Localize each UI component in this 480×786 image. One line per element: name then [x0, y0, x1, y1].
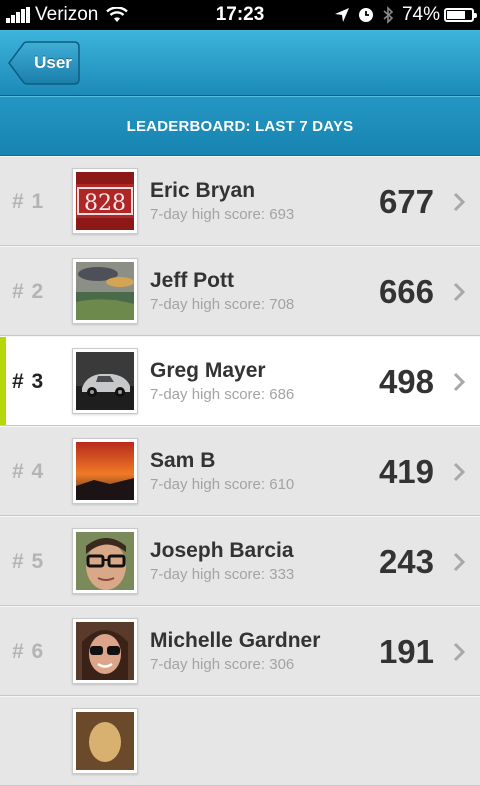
avatar-sports-car-icon [76, 352, 134, 410]
leaderboard-row[interactable]: # 1 828 Eric Bryan 7-day high score: 693… [0, 156, 480, 246]
player-name: Sam B [150, 449, 216, 472]
player-name: Joseph Barcia [150, 539, 294, 562]
score-value: 419 [378, 453, 434, 490]
high-score-subtext: 7-day high score: 686 [150, 386, 295, 403]
rank-label: # 2 [12, 280, 45, 303]
high-score-subtext: 7-day high score: 610 [150, 476, 295, 493]
leaderboard-row-current-user[interactable]: # 3 Greg Mayer 7-day high score: 686 498 [0, 336, 480, 426]
avatar [72, 258, 138, 324]
score-value: 243 [378, 543, 434, 580]
score-value: 498 [378, 363, 434, 400]
avatar-landscape-icon [76, 262, 134, 320]
avatar [72, 348, 138, 414]
navigation-bar: User [0, 30, 480, 96]
rank-label: # 5 [12, 550, 45, 573]
avatar-person-glasses-icon [76, 532, 134, 590]
rank-label: # 4 [12, 460, 45, 483]
rank-label: # 3 [12, 370, 45, 393]
avatar-car-plate-icon: 828 [76, 172, 134, 230]
leaderboard-row-partial[interactable] [0, 696, 480, 786]
location-arrow-icon [334, 8, 349, 22]
avatar: 828 [72, 168, 138, 234]
chevron-right-icon [453, 372, 466, 392]
svg-text:828: 828 [84, 191, 126, 216]
avatar-person-sunglasses-icon [76, 622, 134, 680]
battery-percent: 74% [401, 4, 440, 25]
chevron-right-icon [453, 462, 466, 482]
player-name: Jeff Pott [150, 269, 234, 292]
chevron-right-icon [453, 552, 466, 572]
high-score-subtext: 7-day high score: 693 [150, 206, 295, 223]
leaderboard-row[interactable]: # 6 Michelle Gardner 7-day high score: 3… [0, 606, 480, 696]
high-score-subtext: 7-day high score: 708 [150, 296, 295, 313]
avatar [72, 528, 138, 594]
avatar-partial-icon [76, 712, 134, 770]
score-value: 666 [378, 273, 434, 310]
avatar-orange-sky-icon [76, 442, 134, 500]
leaderboard-row[interactable]: # 2 Jeff Pott 7-day high score: 708 666 [0, 246, 480, 336]
player-name: Michelle Gardner [150, 629, 321, 652]
score-value: 677 [378, 183, 434, 220]
leaderboard-header: LEADERBOARD: LAST 7 DAYS [0, 96, 480, 156]
avatar [72, 708, 138, 774]
status-bar: Verizon 17:23 74% [0, 0, 480, 30]
avatar [72, 618, 138, 684]
chevron-right-icon [453, 282, 466, 302]
score-value: 191 [378, 633, 434, 670]
chevron-right-icon [453, 642, 466, 662]
player-name: Greg Mayer [150, 359, 266, 382]
player-name: Eric Bryan [150, 179, 256, 202]
status-right: 74% [334, 0, 477, 30]
chevron-right-icon [453, 192, 466, 212]
leaderboard-list: # 1 828 Eric Bryan 7-day high score: 693… [0, 156, 480, 786]
high-score-subtext: 7-day high score: 333 [150, 566, 295, 583]
rank-label: # 6 [12, 640, 45, 663]
leaderboard-row[interactable]: # 5 Joseph Barcia 7-day high score: 333 … [0, 516, 480, 606]
rank-label: # 1 [12, 190, 45, 213]
high-score-subtext: 7-day high score: 306 [150, 656, 295, 673]
battery-icon [444, 8, 477, 22]
bluetooth-icon [383, 6, 394, 24]
current-user-indicator [0, 337, 6, 425]
back-button-label: User [34, 53, 72, 72]
back-button[interactable]: User [8, 41, 80, 85]
avatar [72, 438, 138, 504]
alarm-clock-icon [358, 8, 373, 22]
leaderboard-row[interactable]: # 4 Sam B 7-day high score: 610 419 [0, 426, 480, 516]
